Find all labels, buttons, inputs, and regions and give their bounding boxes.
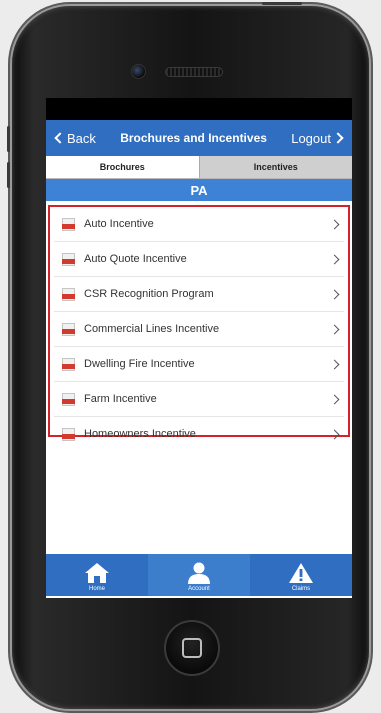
list-item[interactable]: Auto Quote Incentive xyxy=(54,242,344,277)
list-item-label: Auto Incentive xyxy=(84,218,154,230)
warning-icon xyxy=(289,563,313,583)
chevron-right-icon xyxy=(329,394,340,404)
tab-incentives[interactable]: Incentives xyxy=(198,156,352,178)
tab-claims-label: Claims xyxy=(291,586,311,592)
logout-label: Logout xyxy=(291,130,331,146)
pdf-icon xyxy=(62,427,75,441)
tab-account[interactable]: Account xyxy=(148,554,250,596)
earpiece-speaker xyxy=(165,67,223,77)
pdf-icon xyxy=(62,322,75,336)
list-item-label: Farm Incentive xyxy=(84,393,157,405)
home-square-icon xyxy=(182,638,202,658)
chevron-right-icon xyxy=(329,254,340,264)
tab-account-label: Account xyxy=(188,586,210,592)
pdf-icon xyxy=(62,217,75,231)
document-list: Auto Incentive Auto Quote Incentive CSR … xyxy=(48,205,350,441)
chevron-right-icon xyxy=(329,324,340,334)
home-hardware-button[interactable] xyxy=(164,620,220,676)
back-label: Back xyxy=(67,130,96,146)
nav-header: Back Brochures and Incentives Logout xyxy=(46,120,352,156)
home-icon xyxy=(85,563,109,583)
region-header: PA xyxy=(46,179,352,201)
list-item[interactable]: Commercial Lines Incentive xyxy=(54,312,344,347)
list-item-label: Dwelling Fire Incentive xyxy=(84,358,195,370)
app-screen: Back Brochures and Incentives Logout Bro… xyxy=(46,98,352,598)
person-icon xyxy=(188,562,210,584)
list-item[interactable]: Farm Incentive xyxy=(54,382,344,417)
pdf-icon xyxy=(62,392,75,406)
chevron-right-icon xyxy=(329,429,340,439)
back-button[interactable]: Back xyxy=(53,131,96,146)
pdf-icon xyxy=(62,287,75,301)
list-item[interactable]: Auto Incentive xyxy=(54,207,344,242)
tab-home-label: Home xyxy=(88,586,105,592)
page-title: Brochures and Incentives xyxy=(120,131,267,145)
list-item[interactable]: Dwelling Fire Incentive xyxy=(54,347,344,382)
tab-brochures[interactable]: Brochures xyxy=(46,156,199,178)
tab-home[interactable]: Home xyxy=(46,554,148,596)
list-item-label: Homeowners Incentive xyxy=(84,428,196,440)
status-bar xyxy=(46,98,352,120)
chevron-right-icon xyxy=(329,289,340,299)
list-item-label: Auto Quote Incentive xyxy=(84,253,187,265)
bottom-tab-bar: Home Account Claims xyxy=(46,554,352,596)
pdf-icon xyxy=(62,357,75,371)
segment-tabs: Brochures Incentives xyxy=(46,156,352,179)
logout-button[interactable]: Logout xyxy=(291,131,345,146)
tab-claims[interactable]: Claims xyxy=(250,554,352,596)
chevron-right-icon xyxy=(332,132,344,144)
list-item[interactable]: CSR Recognition Program xyxy=(54,277,344,312)
chevron-left-icon xyxy=(54,132,66,144)
list-item[interactable]: Homeowners Incentive xyxy=(54,417,344,451)
volume-up-button xyxy=(7,126,10,152)
list-item-label: Commercial Lines Incentive xyxy=(84,323,220,335)
volume-down-button xyxy=(7,162,10,188)
list-item-label: CSR Recognition Program xyxy=(84,288,214,300)
power-button xyxy=(262,2,302,5)
chevron-right-icon xyxy=(329,219,340,229)
chevron-right-icon xyxy=(329,359,340,369)
front-camera xyxy=(131,64,146,79)
pdf-icon xyxy=(62,252,75,266)
